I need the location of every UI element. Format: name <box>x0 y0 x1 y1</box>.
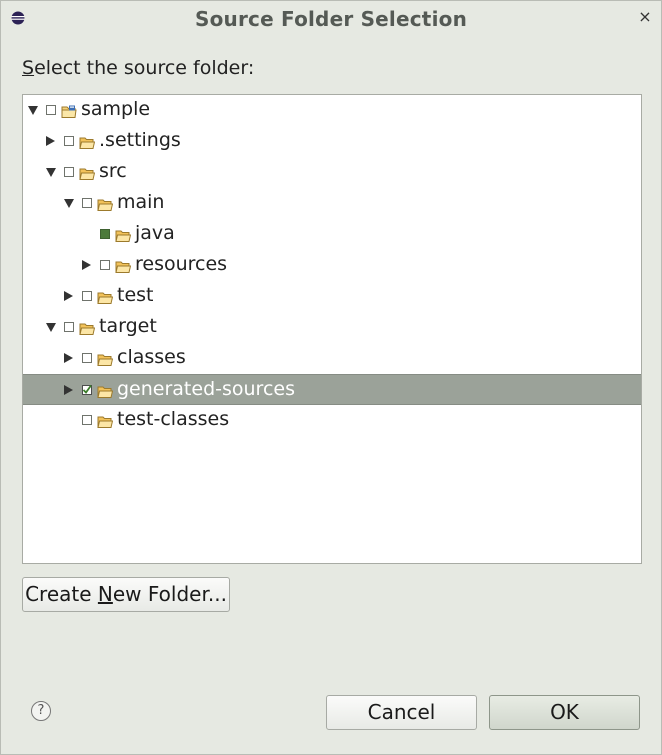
expanded-arrow-icon[interactable] <box>46 323 56 332</box>
folder-icon <box>97 288 114 304</box>
tree-item-label: main <box>117 191 165 213</box>
tree-item-label: .settings <box>99 129 181 151</box>
folder-icon <box>97 412 114 428</box>
tree-item-label: test <box>117 284 154 306</box>
folder-icon <box>79 319 96 335</box>
tree-checkbox[interactable] <box>82 353 92 363</box>
tree-checkbox[interactable] <box>82 384 92 395</box>
prompt-mnemonic: S <box>22 57 35 79</box>
tree-checkbox[interactable] <box>64 136 74 146</box>
tree-item-settings[interactable]: .settings <box>23 126 641 157</box>
collapsed-arrow-icon[interactable] <box>64 291 73 301</box>
folder-icon <box>115 257 132 273</box>
prompt-text: elect the source folder: <box>34 57 255 79</box>
tree-item-label: resources <box>135 253 228 275</box>
collapsed-arrow-icon[interactable] <box>64 353 73 363</box>
close-icon[interactable]: × <box>635 7 655 27</box>
prompt-label: Select the source folder: <box>22 57 254 79</box>
project-folder-icon <box>61 102 77 118</box>
collapsed-arrow-icon[interactable] <box>46 136 55 146</box>
tree-checkbox[interactable] <box>82 415 92 425</box>
help-icon[interactable]: ? <box>31 701 51 721</box>
tree-item-generated-sources[interactable]: generated-sources <box>23 374 641 405</box>
tree-item-label: classes <box>117 346 186 368</box>
tree-checkbox[interactable] <box>82 198 92 208</box>
collapsed-arrow-icon[interactable] <box>82 260 91 270</box>
tree-item-target[interactable]: target <box>23 312 641 343</box>
tree-item-java[interactable]: java <box>23 219 641 250</box>
tree-checkbox[interactable] <box>46 105 56 115</box>
tree-item-label: generated-sources <box>117 378 295 400</box>
expanded-arrow-icon[interactable] <box>64 199 74 208</box>
tree-checkbox[interactable] <box>100 260 110 270</box>
tree-item-src[interactable]: src <box>23 157 641 188</box>
tree-checkbox[interactable] <box>82 291 92 301</box>
folder-tree[interactable]: sample .settings src main java resources test t… <box>22 94 642 564</box>
title-bar: Source Folder Selection × <box>1 1 661 35</box>
dialog-title: Source Folder Selection <box>194 7 468 31</box>
tree-item-test[interactable]: test <box>23 281 641 312</box>
create-label-mnemonic: N <box>97 582 113 606</box>
create-new-folder-button[interactable]: Create New Folder... <box>22 577 230 612</box>
tree-checkbox[interactable] <box>64 322 74 332</box>
folder-icon <box>79 133 96 149</box>
tree-item-main[interactable]: main <box>23 188 641 219</box>
tree-item-sample[interactable]: sample <box>23 95 641 126</box>
cancel-button[interactable]: Cancel <box>326 695 477 730</box>
tree-item-label: test-classes <box>117 408 230 430</box>
tree-item-test-classes[interactable]: test-classes <box>23 405 641 436</box>
collapsed-arrow-icon[interactable] <box>64 385 73 395</box>
tree-checkbox[interactable] <box>100 229 110 239</box>
folder-icon <box>97 382 114 398</box>
tree-item-label: sample <box>81 98 151 120</box>
tree-item-label: target <box>99 315 157 337</box>
create-label-post: ew Folder... <box>112 582 227 606</box>
create-label-pre: Create <box>25 582 98 606</box>
ok-button[interactable]: OK <box>489 695 640 730</box>
folder-icon <box>97 350 114 366</box>
folder-icon <box>97 195 114 211</box>
tree-item-classes[interactable]: classes <box>23 343 641 374</box>
tree-item-resources[interactable]: resources <box>23 250 641 281</box>
tree-item-label: java <box>135 222 175 244</box>
expanded-arrow-icon[interactable] <box>28 106 38 115</box>
folder-icon <box>115 226 132 242</box>
folder-icon <box>79 164 96 180</box>
source-folder-dialog: Source Folder Selection × Select the sou… <box>0 0 662 755</box>
tree-checkbox[interactable] <box>64 167 74 177</box>
tree-item-label: src <box>99 160 127 182</box>
expanded-arrow-icon[interactable] <box>46 168 56 177</box>
